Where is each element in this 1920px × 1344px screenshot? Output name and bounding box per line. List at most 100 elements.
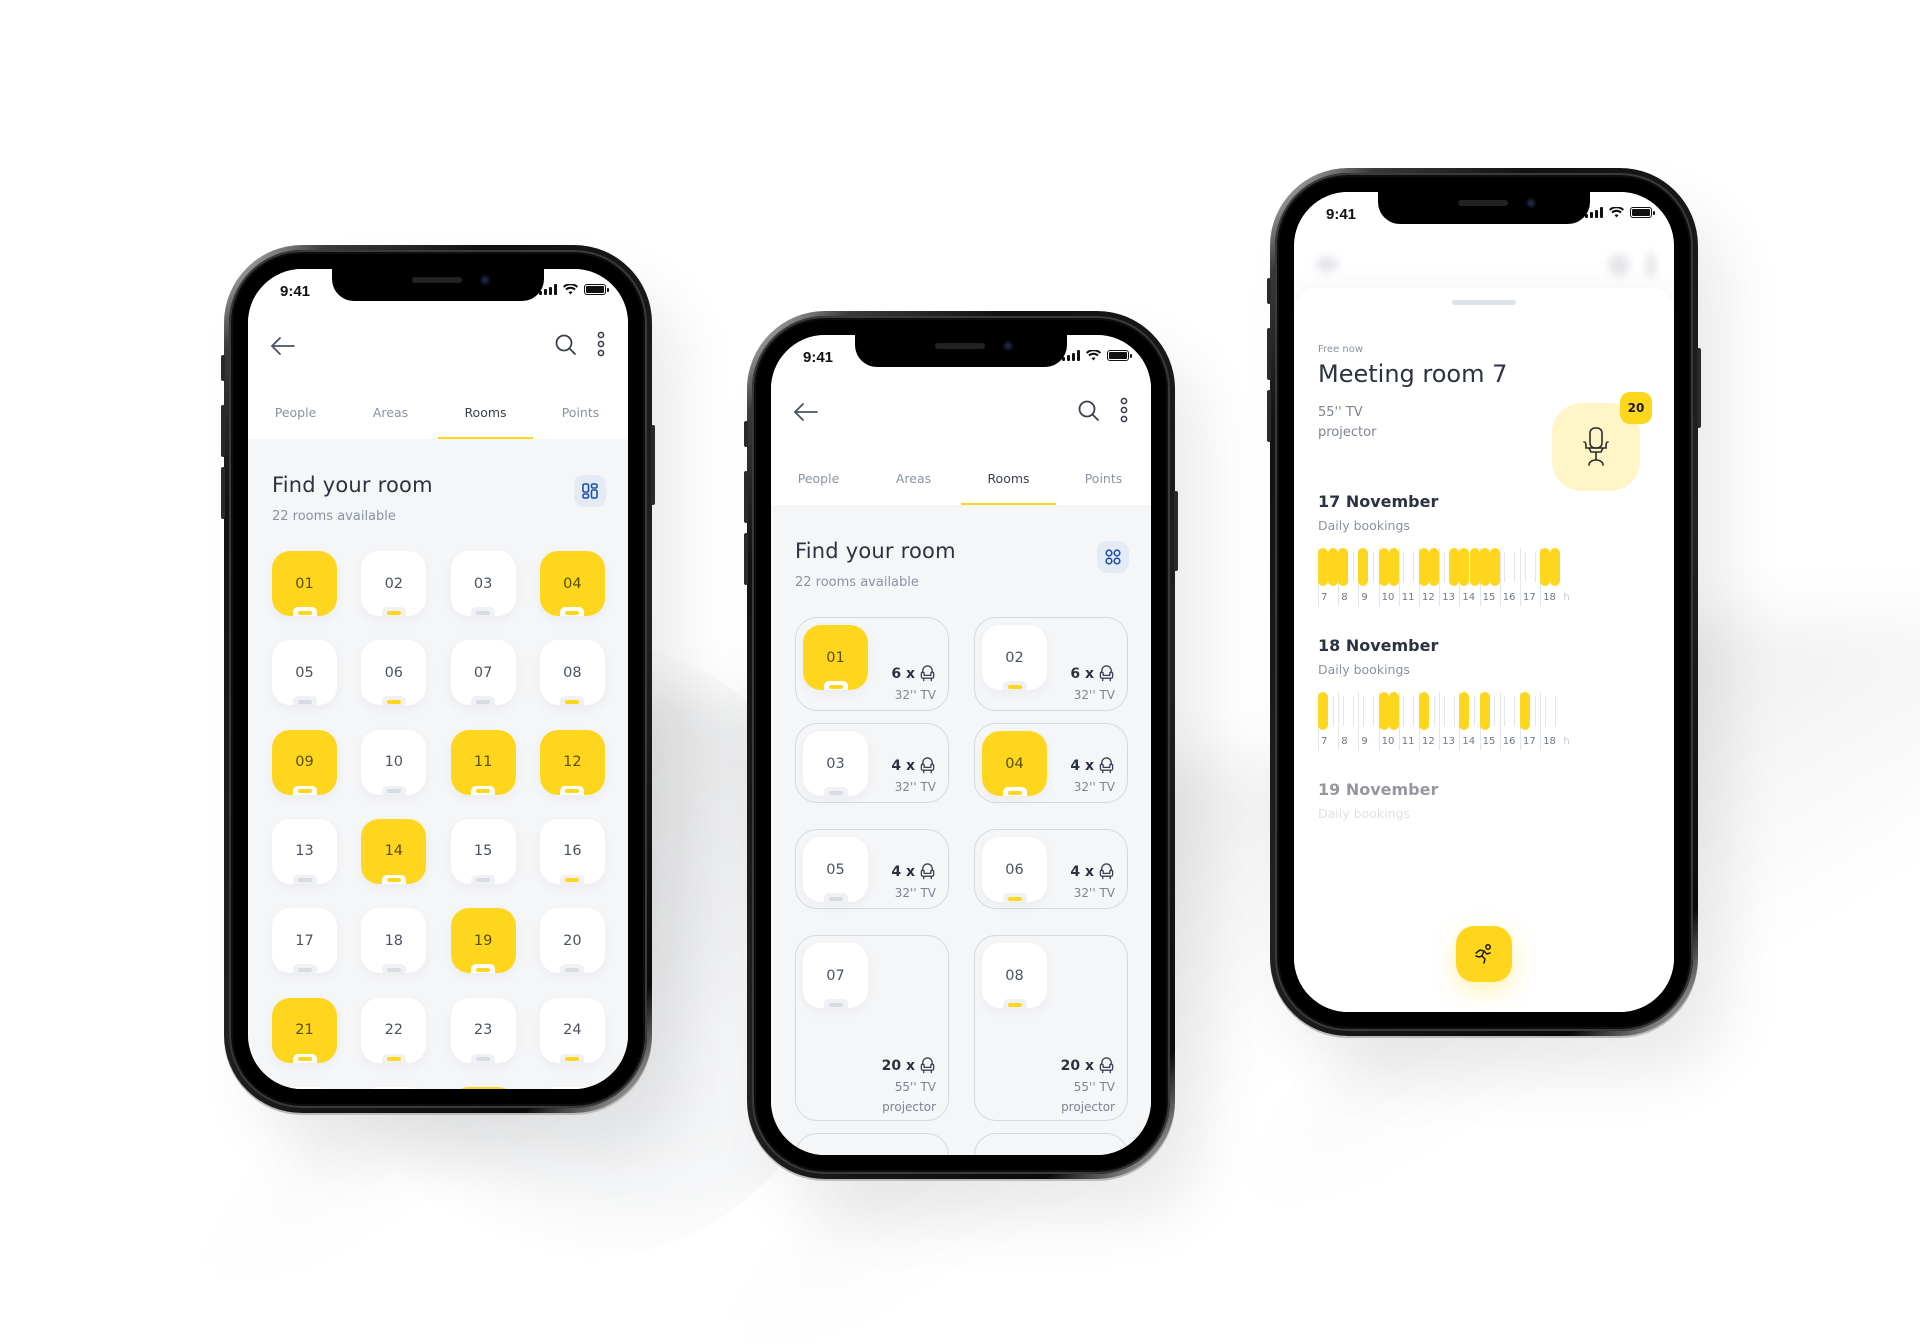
room-feature: projector [1061, 1100, 1115, 1114]
free-slot [1413, 552, 1415, 582]
search-icon[interactable] [554, 333, 578, 357]
room-tile-19[interactable]: 19 [450, 908, 516, 974]
room-tile-20[interactable]: 20 [539, 908, 605, 974]
hour-label: 15 [1482, 592, 1496, 603]
room-feature: 32'' TV [894, 886, 936, 900]
room-tile-24[interactable]: 24 [539, 997, 605, 1063]
room-number: 03 [473, 575, 493, 592]
availability-indicator [381, 607, 406, 616]
room-tile-08[interactable]: 08 [539, 640, 605, 706]
hour-label: 18 [1543, 736, 1556, 747]
room-tile-11[interactable]: 11 [450, 729, 516, 795]
tab-people[interactable]: People [771, 459, 866, 505]
hour-label: 7 [1321, 592, 1328, 603]
room-tile-17[interactable]: 17 [272, 908, 337, 974]
room-tile-01[interactable]: 01 [803, 625, 868, 690]
room-card-08[interactable]: 08 20 x 55'' TV projector [974, 935, 1128, 1121]
room-card-06[interactable]: 06 4 x 32'' TV [974, 829, 1128, 909]
room-tile-05[interactable]: 05 [272, 640, 337, 706]
room-card-02[interactable]: 02 6 x 32'' TV [974, 617, 1128, 711]
room-tile-07[interactable]: 07 [803, 943, 868, 1008]
hour-gridline [1439, 692, 1441, 750]
more-vertical-icon[interactable] [1119, 397, 1129, 423]
volume-up-button [221, 405, 225, 457]
layout-toggle-button[interactable] [574, 475, 606, 507]
room-tile-22[interactable]: 22 [361, 997, 427, 1063]
room-tile-21[interactable]: 21 [272, 997, 337, 1063]
back-arrow-icon[interactable] [270, 335, 296, 357]
room-tile-06[interactable]: 06 [982, 837, 1047, 902]
tab-people[interactable]: People [248, 393, 343, 439]
armchair-icon [1098, 863, 1115, 880]
room-card-07[interactable]: 07 20 x 55'' TV projector [795, 935, 949, 1121]
room-feature: 55'' TV [1318, 405, 1363, 420]
armchair-icon [919, 665, 936, 682]
tab-points[interactable]: Points [533, 393, 628, 439]
search-icon[interactable] [1077, 399, 1101, 423]
availability-indicator [292, 874, 317, 884]
room-number: 08 [1005, 967, 1024, 984]
tab-points[interactable]: Points [1056, 459, 1151, 505]
back-arrow-icon[interactable] [793, 401, 819, 423]
day-subtitle: Daily bookings [1318, 518, 1410, 533]
room-tile-03[interactable]: 03 [450, 551, 516, 616]
hour-label: 14 [1462, 736, 1476, 747]
booked-slot [1388, 548, 1399, 586]
room-tile-08[interactable]: 08 [982, 943, 1047, 1008]
tab-rooms[interactable]: Rooms [438, 393, 533, 439]
layout-toggle-button[interactable] [1097, 541, 1129, 573]
sheet-grabber[interactable] [1452, 300, 1516, 305]
free-slot [1494, 696, 1496, 726]
armchair-icon [1098, 665, 1115, 682]
room-tile-12[interactable]: 12 [539, 729, 605, 795]
battery-icon [584, 284, 609, 295]
room-tile-09[interactable]: 09 [272, 729, 337, 795]
room-tile-02[interactable]: 02 [982, 625, 1047, 690]
quick-book-button[interactable] [1456, 926, 1512, 982]
room-tile-10[interactable]: 10 [361, 729, 427, 795]
hour-label: 13 [1442, 592, 1455, 603]
availability-indicator [381, 785, 406, 795]
room-tile-01[interactable]: 01 [272, 551, 337, 616]
room-tile-06[interactable]: 06 [361, 640, 427, 706]
room-number: 18 [384, 932, 404, 949]
room-tile-25[interactable]: 25 [272, 1086, 337, 1089]
page-title: Find your room [795, 539, 956, 563]
room-tile-02[interactable]: 02 [361, 551, 427, 616]
room-tile-05[interactable]: 05 [803, 837, 868, 902]
room-feature: 55'' TV [894, 1080, 936, 1094]
room-tile-04[interactable]: 04 [982, 731, 1047, 796]
room-tile-27[interactable]: 27 [450, 1086, 516, 1089]
room-card-01[interactable]: 01 6 x 32'' TV [795, 617, 949, 711]
tab-areas[interactable]: Areas [866, 459, 961, 505]
room-info: 20 x 55'' TV projector [882, 1057, 936, 1114]
availability-indicator [1002, 999, 1027, 1008]
room-tile-23[interactable]: 23 [450, 997, 516, 1063]
armchair-icon [919, 1057, 936, 1074]
room-card-partial[interactable] [974, 1133, 1128, 1155]
room-card-partial[interactable] [795, 1133, 949, 1155]
room-number: 09 [295, 754, 314, 771]
room-info: 4 x 32'' TV [1070, 863, 1115, 900]
room-tile-13[interactable]: 13 [272, 818, 337, 884]
room-tile-16[interactable]: 16 [539, 818, 605, 884]
room-card-03[interactable]: 03 4 x 32'' TV [795, 723, 949, 803]
room-tile-03[interactable]: 03 [803, 731, 868, 796]
tab-areas[interactable]: Areas [343, 393, 438, 439]
room-card-04[interactable]: 04 4 x 32'' TV [974, 723, 1128, 803]
room-card-05[interactable]: 05 4 x 32'' TV [795, 829, 949, 909]
screen: 9:41 Free now Meeting room 7 55'' TV pro… [1294, 192, 1674, 1012]
tab-rooms[interactable]: Rooms [961, 459, 1056, 505]
availability-indicator [471, 785, 496, 795]
more-vertical-icon[interactable] [596, 331, 606, 357]
hour-label: 9 [1361, 736, 1368, 747]
room-tile-28[interactable]: 28 [539, 1086, 605, 1089]
room-tile-18[interactable]: 18 [361, 908, 427, 974]
free-slot [1524, 552, 1526, 582]
room-tile-04[interactable]: 04 [539, 551, 605, 616]
room-tile-14[interactable]: 14 [361, 818, 427, 884]
room-tile-07[interactable]: 07 [450, 640, 516, 706]
room-tile-26[interactable]: 26 [361, 1086, 427, 1089]
free-slot [1403, 552, 1405, 582]
room-tile-15[interactable]: 15 [450, 818, 516, 884]
